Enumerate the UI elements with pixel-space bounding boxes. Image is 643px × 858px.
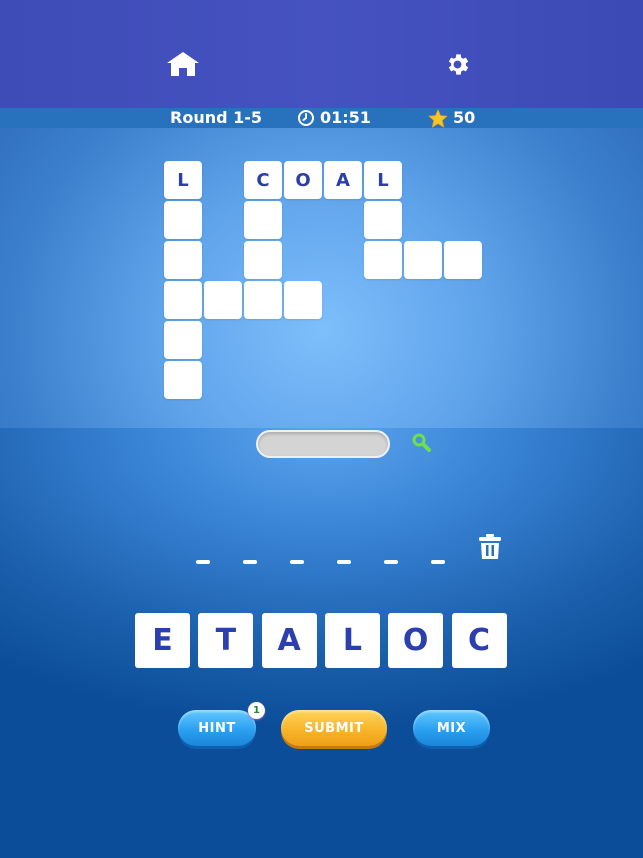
board-cell-empty [244,201,282,239]
timer-value: 01:51 [320,108,371,127]
board-cell-empty [364,201,402,239]
home-button[interactable] [166,50,200,78]
board-cell-empty [244,241,282,279]
lower-panel [0,428,643,858]
clock-icon [298,110,314,126]
timer: 01:51 [297,108,371,128]
board-cell-empty [164,241,202,279]
hint-count-badge: 1 [248,702,265,719]
submit-button[interactable]: SUBMIT [281,710,387,746]
top-bar [0,0,643,108]
letter-tile[interactable]: O [388,613,444,668]
stars-count: 50 [453,108,476,127]
home-icon [167,52,199,76]
submit-label: SUBMIT [304,720,364,736]
letter-tile[interactable]: E [135,613,190,668]
mix-button[interactable]: MIX [413,710,490,746]
answer-slot [196,560,210,564]
search-icon [412,433,431,452]
board-cell-empty [204,281,242,319]
round-label: Round 1-5 [170,108,263,127]
board-cell-filled: L [364,161,402,199]
board-cell-empty [164,201,202,239]
clear-button[interactable] [477,532,502,560]
board-cell-empty [164,281,202,319]
stars: 50 [428,108,475,128]
letter-tile[interactable]: T [198,613,254,668]
letter-tile[interactable]: L [324,613,380,668]
gear-icon [448,54,469,75]
board-cell-empty [164,361,202,399]
board-cell-filled: C [244,161,282,199]
hint-button[interactable]: HINT [178,710,256,746]
board-cell-filled: L [164,161,202,199]
trash-icon [478,533,501,559]
board-cell-empty [444,241,482,279]
search-button[interactable] [411,432,431,452]
answer-slot [290,560,304,564]
mix-label: MIX [436,720,467,736]
board-cell-empty [244,281,282,319]
board-cell-empty [284,281,322,319]
answer-slot [243,560,257,564]
board-cell-filled: A [324,161,362,199]
letter-tile[interactable]: A [261,613,317,668]
settings-button[interactable] [444,51,471,78]
answer-slot [384,560,398,564]
star-icon [428,108,448,128]
answer-slot [431,560,445,564]
hint-label: HINT [198,720,236,736]
answer-slot [337,560,351,564]
letter-tile[interactable]: C [451,613,507,668]
board-cell-empty [364,241,402,279]
word-preview-bar [256,430,390,458]
board-cell-empty [404,241,442,279]
board-cell-filled: O [284,161,322,199]
board-cell-empty [164,321,202,359]
